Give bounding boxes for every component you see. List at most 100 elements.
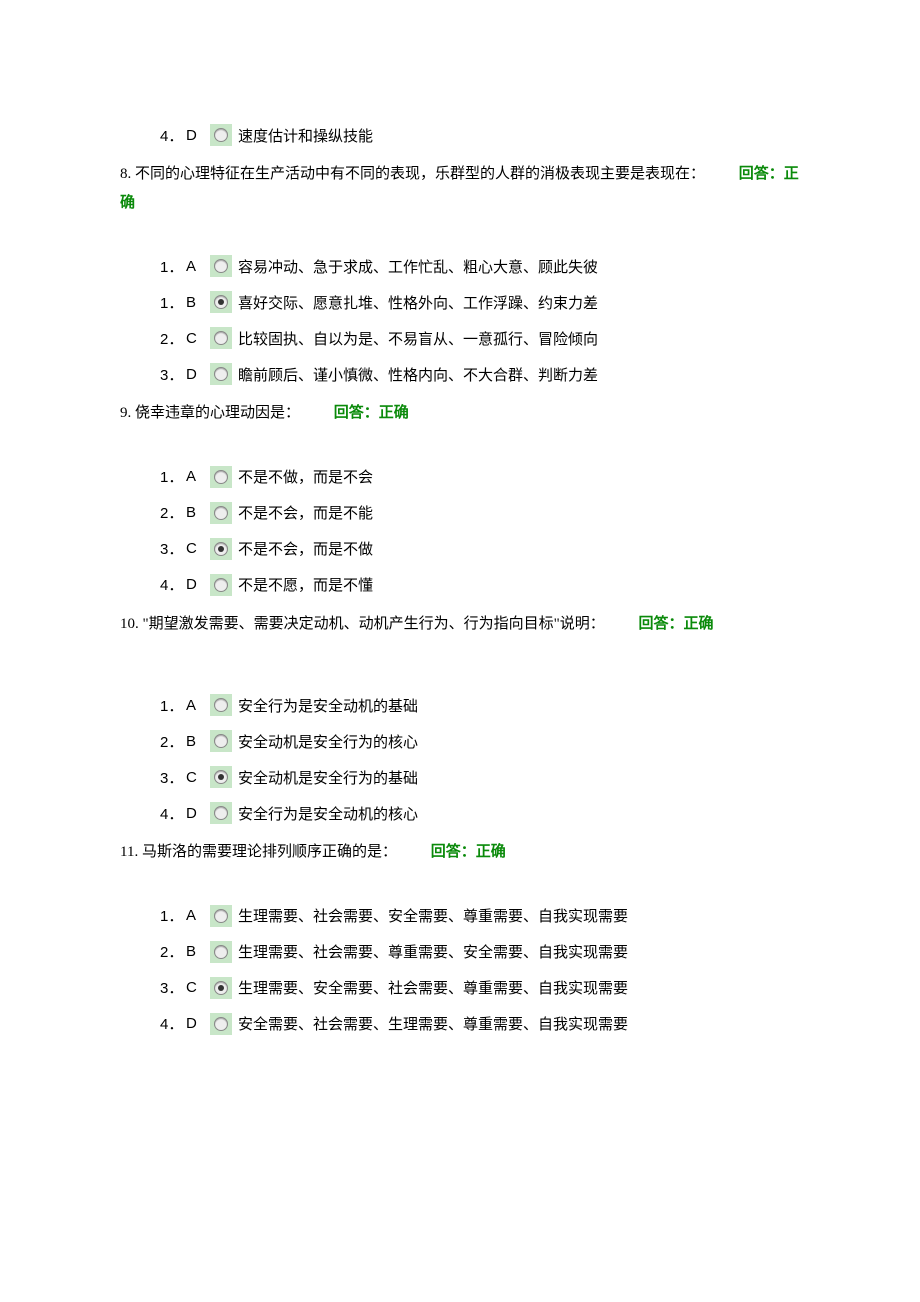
option-text: 瞻前顾后、谨小慎微、性格内向、不大合群、判断力差 bbox=[238, 364, 598, 385]
list-item: 4． D 不是不愿，而是不懂 bbox=[160, 574, 800, 596]
radio-icon[interactable] bbox=[210, 766, 232, 788]
option-text: 速度估计和操纵技能 bbox=[238, 125, 373, 146]
list-item: 4． D 安全行为是安全动机的核心 bbox=[160, 802, 800, 824]
list-item: 1． A 安全行为是安全动机的基础 bbox=[160, 694, 800, 716]
question-11-options: 1． A 生理需要、社会需要、安全需要、尊重需要、自我实现需要 2． B 生理需… bbox=[120, 905, 800, 1035]
option-number: 1． bbox=[160, 695, 186, 716]
radio-icon[interactable] bbox=[210, 802, 232, 824]
radio-icon[interactable] bbox=[210, 291, 232, 313]
list-item: 4． D 安全需要、社会需要、生理需要、尊重需要、自我实现需要 bbox=[160, 1013, 800, 1035]
option-number: 2． bbox=[160, 731, 186, 752]
option-letter: A bbox=[186, 468, 210, 485]
option-text: 生理需要、安全需要、社会需要、尊重需要、自我实现需要 bbox=[238, 977, 628, 998]
option-text: 不是不愿，而是不懂 bbox=[238, 574, 373, 595]
option-number: 3． bbox=[160, 364, 186, 385]
option-letter: D bbox=[186, 366, 210, 383]
radio-icon[interactable] bbox=[210, 502, 232, 524]
option-text: 安全需要、社会需要、生理需要、尊重需要、自我实现需要 bbox=[238, 1013, 628, 1034]
feedback-label: 回答：正确 bbox=[431, 844, 506, 860]
option-text: 不是不会，而是不做 bbox=[238, 538, 373, 559]
radio-icon[interactable] bbox=[210, 1013, 232, 1035]
option-number: 3． bbox=[160, 538, 186, 559]
question-text: "期望激发需要、需要决定动机、动机产生行为、行为指向目标"说明： bbox=[139, 616, 605, 632]
radio-icon[interactable] bbox=[210, 124, 232, 146]
list-item: 3． C 不是不会，而是不做 bbox=[160, 538, 800, 560]
option-number: 3． bbox=[160, 767, 186, 788]
option-number: 4． bbox=[160, 803, 186, 824]
question-10-options: 1． A 安全行为是安全动机的基础 2． B 安全动机是安全行为的核心 3． C… bbox=[120, 694, 800, 824]
question-number: 8. bbox=[120, 166, 131, 182]
list-item: 2． B 不是不会，而是不能 bbox=[160, 502, 800, 524]
list-item: 3． D 瞻前顾后、谨小慎微、性格内向、不大合群、判断力差 bbox=[160, 363, 800, 385]
option-letter: B bbox=[186, 943, 210, 960]
option-text: 比较固执、自以为是、不易盲从、一意孤行、冒险倾向 bbox=[238, 328, 598, 349]
question-text: 不同的心理特征在生产活动中有不同的表现，乐群型的人群的消极表现主要是表现在： bbox=[131, 166, 705, 182]
radio-icon[interactable] bbox=[210, 730, 232, 752]
page-content: 4． D 速度估计和操纵技能 8. 不同的心理特征在生产活动中有不同的表现，乐群… bbox=[0, 0, 920, 1109]
option-number: 2． bbox=[160, 941, 186, 962]
radio-icon[interactable] bbox=[210, 363, 232, 385]
list-item: 1． A 不是不做，而是不会 bbox=[160, 466, 800, 488]
option-number: 2． bbox=[160, 328, 186, 349]
option-letter: C bbox=[186, 979, 210, 996]
list-item: 2． B 生理需要、社会需要、尊重需要、安全需要、自我实现需要 bbox=[160, 941, 800, 963]
radio-icon[interactable] bbox=[210, 327, 232, 349]
option-number: 4． bbox=[160, 125, 186, 146]
option-text: 不是不会，而是不能 bbox=[238, 502, 373, 523]
list-item: 4． D 速度估计和操纵技能 bbox=[160, 124, 800, 146]
option-text: 喜好交际、愿意扎堆、性格外向、工作浮躁、约束力差 bbox=[238, 292, 598, 313]
option-letter: A bbox=[186, 697, 210, 714]
option-text: 安全动机是安全行为的核心 bbox=[238, 731, 418, 752]
radio-icon[interactable] bbox=[210, 977, 232, 999]
option-number: 4． bbox=[160, 1013, 186, 1034]
radio-icon[interactable] bbox=[210, 941, 232, 963]
list-item: 1． A 生理需要、社会需要、安全需要、尊重需要、自我实现需要 bbox=[160, 905, 800, 927]
option-number: 4． bbox=[160, 574, 186, 595]
option-letter: B bbox=[186, 504, 210, 521]
option-number: 1． bbox=[160, 466, 186, 487]
option-letter: D bbox=[186, 127, 210, 144]
question-8: 8. 不同的心理特征在生产活动中有不同的表现，乐群型的人群的消极表现主要是表现在… bbox=[120, 160, 800, 217]
feedback-label: 回答：正确 bbox=[334, 405, 409, 421]
question-number: 10. bbox=[120, 616, 139, 632]
list-item: 2． C 比较固执、自以为是、不易盲从、一意孤行、冒险倾向 bbox=[160, 327, 800, 349]
option-number: 2． bbox=[160, 502, 186, 523]
question-9-options: 1． A 不是不做，而是不会 2． B 不是不会，而是不能 3． C 不是不会，… bbox=[120, 466, 800, 596]
list-item: 1． A 容易冲动、急于求成、工作忙乱、粗心大意、顾此失彼 bbox=[160, 255, 800, 277]
question-number: 11. bbox=[120, 844, 138, 860]
option-letter: C bbox=[186, 330, 210, 347]
option-letter: C bbox=[186, 540, 210, 557]
option-letter: D bbox=[186, 576, 210, 593]
radio-icon[interactable] bbox=[210, 255, 232, 277]
option-text: 安全动机是安全行为的基础 bbox=[238, 767, 418, 788]
list-item: 1． B 喜好交际、愿意扎堆、性格外向、工作浮躁、约束力差 bbox=[160, 291, 800, 313]
option-number: 1． bbox=[160, 905, 186, 926]
option-text: 容易冲动、急于求成、工作忙乱、粗心大意、顾此失彼 bbox=[238, 256, 598, 277]
radio-icon[interactable] bbox=[210, 694, 232, 716]
radio-icon[interactable] bbox=[210, 905, 232, 927]
option-text: 安全行为是安全动机的基础 bbox=[238, 695, 418, 716]
option-number: 1． bbox=[160, 256, 186, 277]
option-number: 1． bbox=[160, 292, 186, 313]
question-8-options: 1． A 容易冲动、急于求成、工作忙乱、粗心大意、顾此失彼 1． B 喜好交际、… bbox=[120, 255, 800, 385]
option-letter: C bbox=[186, 769, 210, 786]
feedback-label: 回答：正确 bbox=[639, 616, 714, 632]
option-letter: B bbox=[186, 294, 210, 311]
list-item: 3． C 生理需要、安全需要、社会需要、尊重需要、自我实现需要 bbox=[160, 977, 800, 999]
question-11: 11. 马斯洛的需要理论排列顺序正确的是： 回答：正确 bbox=[120, 838, 800, 867]
question-number: 9. bbox=[120, 405, 131, 421]
option-letter: D bbox=[186, 805, 210, 822]
radio-icon[interactable] bbox=[210, 538, 232, 560]
list-item: 3． C 安全动机是安全行为的基础 bbox=[160, 766, 800, 788]
question-10: 10. "期望激发需要、需要决定动机、动机产生行为、行为指向目标"说明： 回答：… bbox=[120, 610, 800, 639]
radio-icon[interactable] bbox=[210, 574, 232, 596]
option-letter: D bbox=[186, 1015, 210, 1032]
option-text: 安全行为是安全动机的核心 bbox=[238, 803, 418, 824]
radio-icon[interactable] bbox=[210, 466, 232, 488]
question-text: 马斯洛的需要理论排列顺序正确的是： bbox=[138, 844, 397, 860]
list-item: 2． B 安全动机是安全行为的核心 bbox=[160, 730, 800, 752]
option-letter: A bbox=[186, 258, 210, 275]
question-9: 9. 侥幸违章的心理动因是： 回答：正确 bbox=[120, 399, 800, 428]
option-text: 生理需要、社会需要、尊重需要、安全需要、自我实现需要 bbox=[238, 941, 628, 962]
option-text: 生理需要、社会需要、安全需要、尊重需要、自我实现需要 bbox=[238, 905, 628, 926]
